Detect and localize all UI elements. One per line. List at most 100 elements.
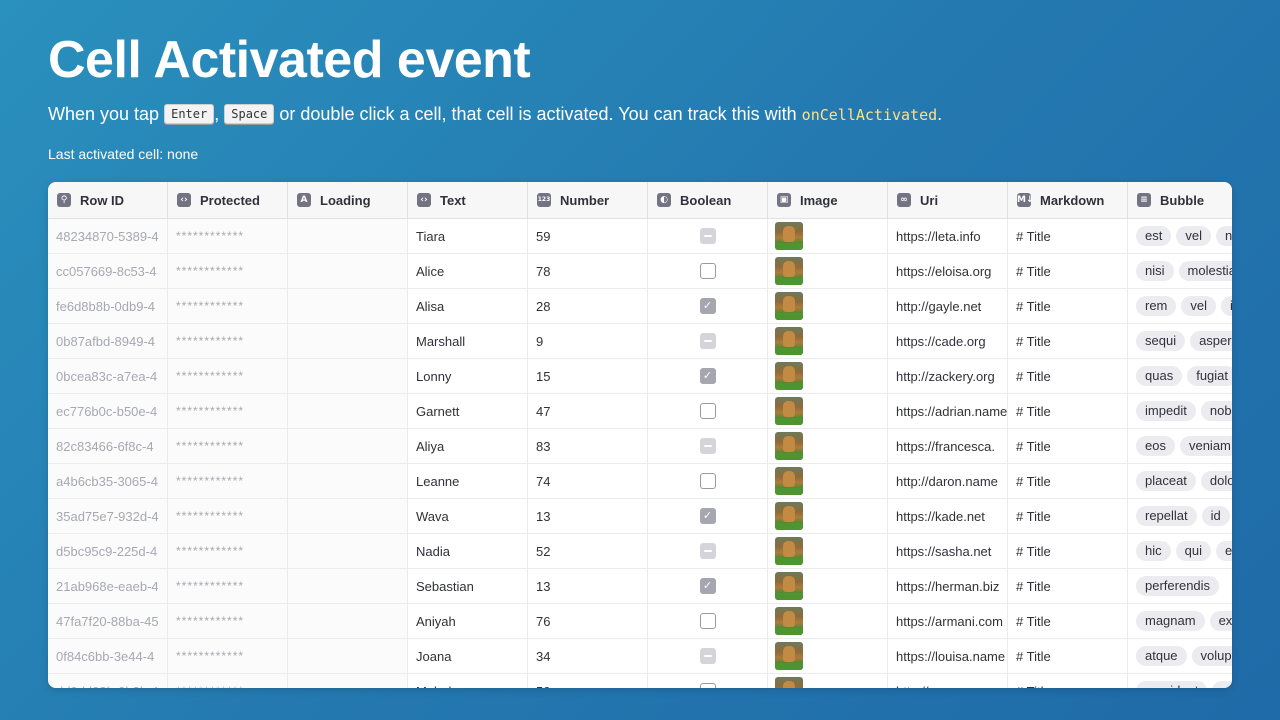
cell-boolean[interactable]: ✓ — [648, 359, 768, 393]
cell-row-id[interactable]: 82c83466-6f8c-4 — [48, 429, 168, 463]
cell-text[interactable]: Mabel — [408, 674, 528, 688]
cell-text[interactable]: Aliya — [408, 429, 528, 463]
cell-boolean[interactable] — [648, 394, 768, 428]
cell-row-id[interactable]: 48234870-5389-4 — [48, 219, 168, 253]
cell-protected[interactable]: ************ — [168, 359, 288, 393]
cell-image[interactable] — [768, 604, 888, 638]
cell-image[interactable] — [768, 464, 888, 498]
cell-uri[interactable]: https://adrian.name — [888, 394, 1008, 428]
cell-uri[interactable]: http://zackery.org — [888, 359, 1008, 393]
cell-uri[interactable]: https://herman.biz — [888, 569, 1008, 603]
table-row[interactable]: 48234870-5389-4 ************ Tiara 59 https:… — [48, 219, 1232, 254]
cell-text[interactable]: Lonny — [408, 359, 528, 393]
cell-row-id[interactable]: cc057669-8c53-4 — [48, 254, 168, 288]
checkbox-indeterminate[interactable] — [699, 333, 716, 349]
grid-body[interactable]: 48234870-5389-4 ************ Tiara 59 https:… — [48, 219, 1232, 688]
cell-markdown[interactable]: # Title — [1008, 464, 1128, 498]
cell-markdown[interactable]: # Title — [1008, 429, 1128, 463]
cell-row-id[interactable]: dd9dd08b-0b2b-4 — [48, 674, 168, 688]
cell-protected[interactable]: ************ — [168, 464, 288, 498]
cell-boolean[interactable]: ✓ — [648, 569, 768, 603]
cell-markdown[interactable]: # Title — [1008, 674, 1128, 688]
table-row[interactable]: dd9dd08b-0b2b-4************ Mabel50 http:/… — [48, 674, 1232, 688]
table-row[interactable]: d5bc95c9-225d-4 ************ Nadia 52 https:… — [48, 534, 1232, 569]
cell-uri[interactable]: https://kade.net — [888, 499, 1008, 533]
cell-boolean[interactable] — [648, 534, 768, 568]
cell-text[interactable]: Alice — [408, 254, 528, 288]
cell-bubble[interactable]: provident n — [1128, 674, 1232, 688]
cell-boolean[interactable]: ✓ — [648, 499, 768, 533]
cell-number[interactable]: 78 — [528, 254, 648, 288]
cell-row-id[interactable]: d5bc95c9-225d-4 — [48, 534, 168, 568]
checkbox-checked[interactable]: ✓ — [699, 508, 716, 524]
cell-number[interactable]: 47 — [528, 394, 648, 428]
cell-number[interactable]: 59 — [528, 219, 648, 253]
cell-boolean[interactable] — [648, 674, 768, 688]
cell-uri[interactable]: https://armani.com — [888, 604, 1008, 638]
cell-row-id[interactable]: fe6d8b8b-0db9-4 — [48, 289, 168, 323]
cell-bubble[interactable]: remvelin — [1128, 289, 1232, 323]
cell-uri[interactable]: http://green.com — [888, 674, 1008, 688]
cell-bubble[interactable]: impedit nob — [1128, 394, 1232, 428]
cell-loading[interactable] — [288, 674, 408, 688]
cell-number[interactable]: 50 — [528, 674, 648, 688]
checkbox-unchecked[interactable] — [699, 403, 716, 419]
cell-markdown[interactable]: # Title — [1008, 639, 1128, 673]
cell-uri[interactable]: https://francesca. — [888, 429, 1008, 463]
cell-bubble[interactable]: atque volup — [1128, 639, 1232, 673]
table-row[interactable]: a4b6cb35-3065-4 ************ Leanne 74 http:… — [48, 464, 1232, 499]
cell-image[interactable] — [768, 639, 888, 673]
table-row[interactable]: ec776b0c-b50e-4 ************ Garnett 47 http… — [48, 394, 1232, 429]
cell-boolean[interactable] — [648, 254, 768, 288]
cell-image[interactable] — [768, 289, 888, 323]
cell-boolean[interactable] — [648, 429, 768, 463]
column-header-bubble[interactable]: ≡ Bubble — [1128, 182, 1232, 218]
cell-markdown[interactable]: # Title — [1008, 324, 1128, 358]
cell-number[interactable]: 13 — [528, 499, 648, 533]
cell-row-id[interactable]: 47fa7f20-88ba-45 — [48, 604, 168, 638]
cell-image[interactable] — [768, 674, 888, 688]
cell-image[interactable] — [768, 324, 888, 358]
cell-boolean[interactable] — [648, 604, 768, 638]
cell-bubble[interactable]: hicquiea — [1128, 534, 1232, 568]
cell-row-id[interactable]: 0b87afbd-8949-4 — [48, 324, 168, 358]
cell-text[interactable]: Marshall — [408, 324, 528, 358]
cell-bubble[interactable]: magnam ex — [1128, 604, 1232, 638]
column-header-number[interactable]: 123 Number — [528, 182, 648, 218]
cell-protected[interactable]: ************ — [168, 394, 288, 428]
cell-bubble[interactable]: placeatdolo — [1128, 464, 1232, 498]
cell-number[interactable]: 13 — [528, 569, 648, 603]
cell-markdown[interactable]: # Title — [1008, 219, 1128, 253]
table-row[interactable]: fe6d8b8b-0db9-4 ************ Alisa 28 ✓ http:… — [48, 289, 1232, 324]
table-row[interactable]: 47fa7f20-88ba-45 ************ Aniyah 76 http… — [48, 604, 1232, 639]
cell-markdown[interactable]: # Title — [1008, 604, 1128, 638]
cell-boolean[interactable] — [648, 639, 768, 673]
column-header-uri[interactable]: ∞ Uri — [888, 182, 1008, 218]
cell-text[interactable]: Wava — [408, 499, 528, 533]
cell-loading[interactable] — [288, 464, 408, 498]
checkbox-indeterminate[interactable] — [699, 438, 716, 454]
checkbox-indeterminate[interactable] — [699, 228, 716, 244]
cell-protected[interactable]: ************ — [168, 569, 288, 603]
cell-protected[interactable]: ************ — [168, 604, 288, 638]
cell-protected[interactable]: ************ — [168, 674, 288, 688]
cell-loading[interactable] — [288, 219, 408, 253]
table-row[interactable]: 82c83466-6f8c-4 ************ Aliya 83 https:… — [48, 429, 1232, 464]
cell-loading[interactable] — [288, 394, 408, 428]
cell-text[interactable]: Nadia — [408, 534, 528, 568]
cell-text[interactable]: Tiara — [408, 219, 528, 253]
checkbox-checked[interactable]: ✓ — [699, 298, 716, 314]
cell-loading[interactable] — [288, 569, 408, 603]
cell-image[interactable] — [768, 394, 888, 428]
cell-number[interactable]: 76 — [528, 604, 648, 638]
cell-row-id[interactable]: 0bcea83c-a7ea-4 — [48, 359, 168, 393]
table-row[interactable]: 21ab968e-eaeb-4 ************ Sebastian 13 ✓ h… — [48, 569, 1232, 604]
cell-uri[interactable]: http://daron.name — [888, 464, 1008, 498]
cell-text[interactable]: Aniyah — [408, 604, 528, 638]
cell-markdown[interactable]: # Title — [1008, 254, 1128, 288]
cell-bubble[interactable]: estvelne — [1128, 219, 1232, 253]
column-header-markdown[interactable]: M↓ Markdown — [1008, 182, 1128, 218]
cell-image[interactable] — [768, 499, 888, 533]
cell-protected[interactable]: ************ — [168, 289, 288, 323]
cell-text[interactable]: Sebastian — [408, 569, 528, 603]
